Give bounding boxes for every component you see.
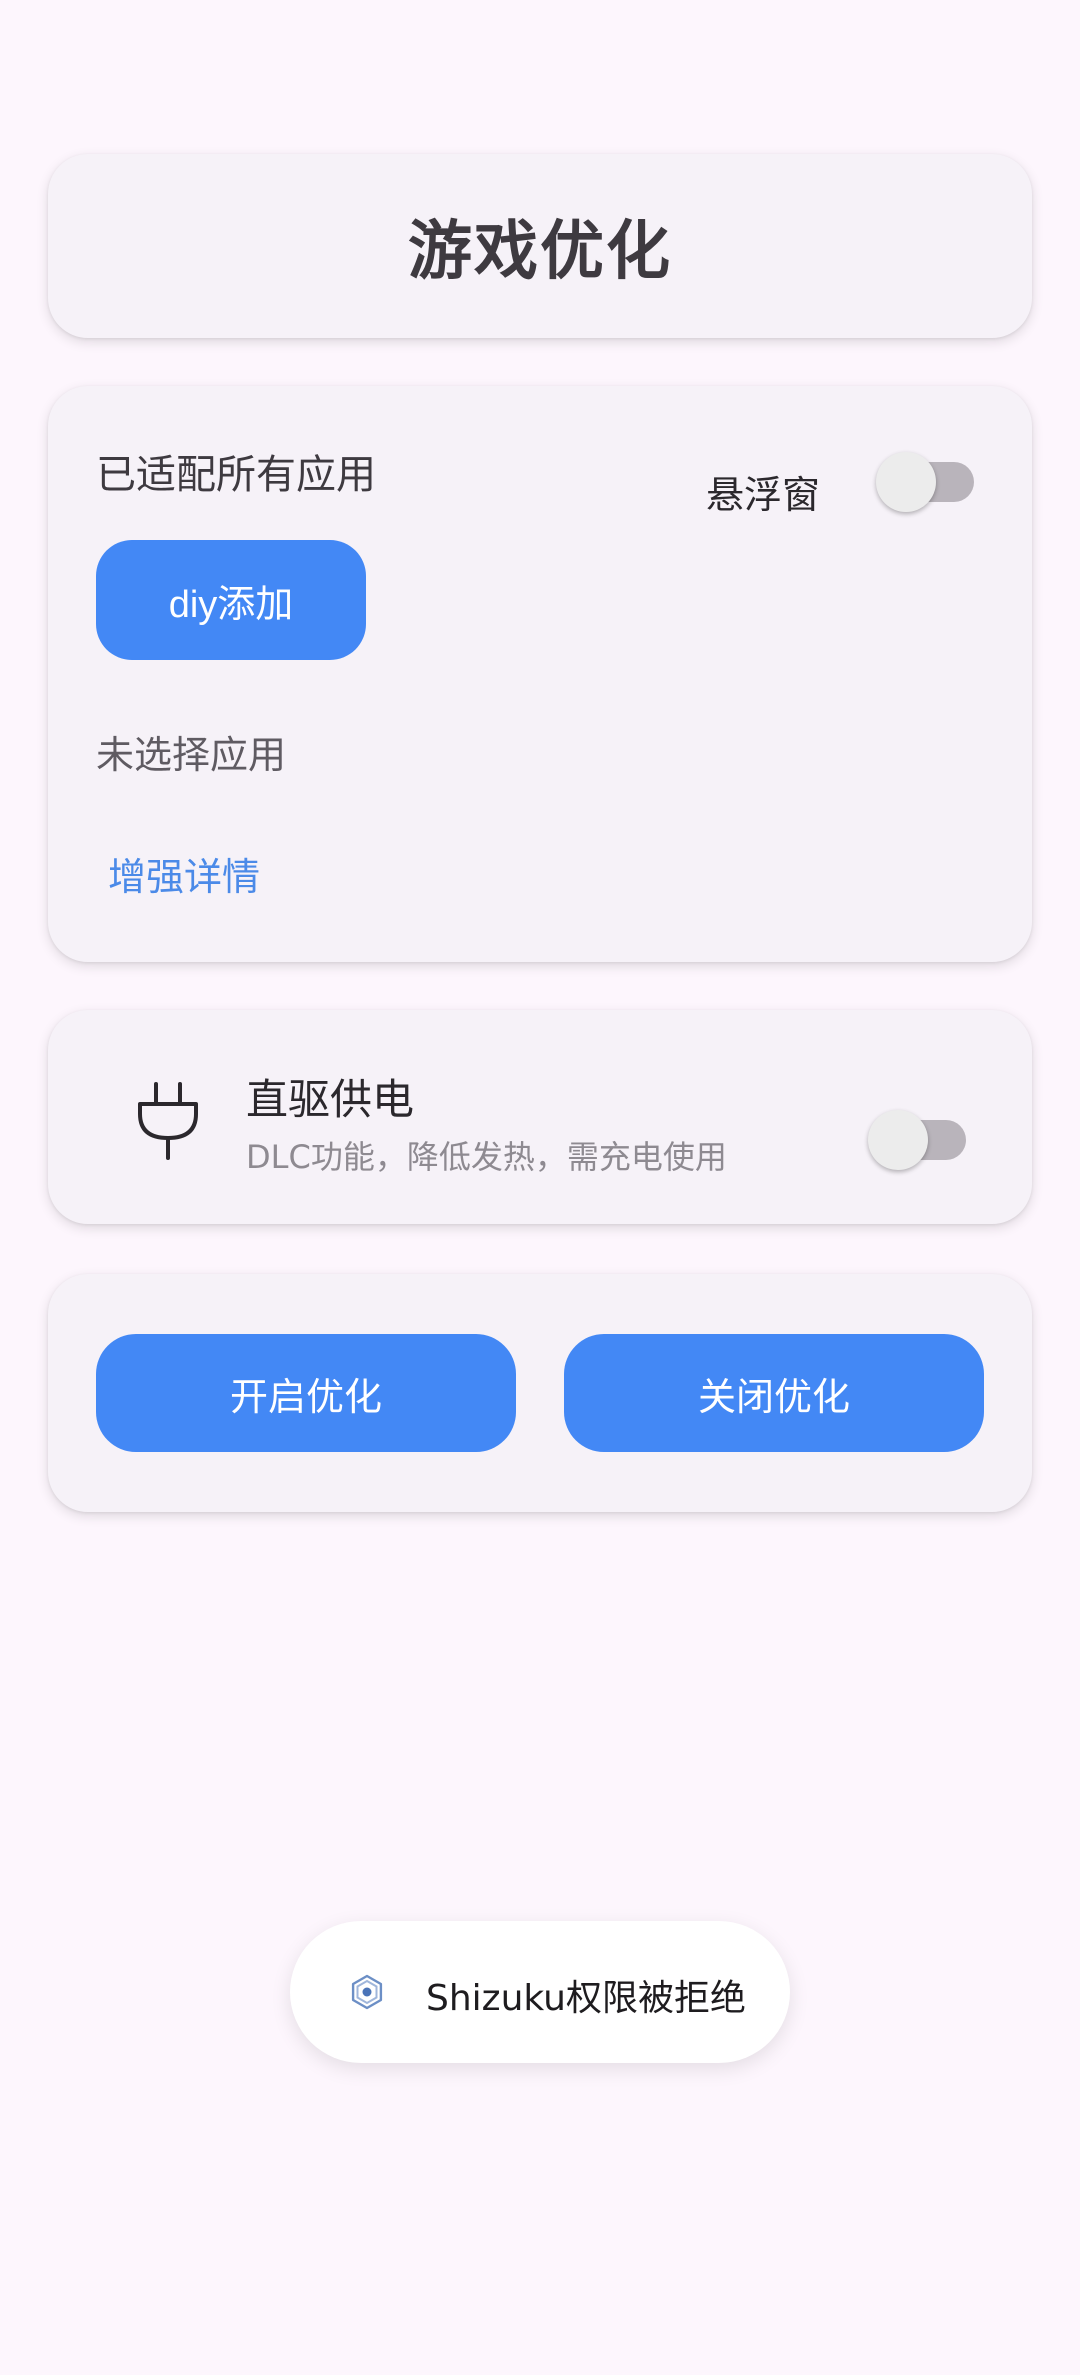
enable-optimization-button[interactable]: 开启优化 <box>96 1334 516 1452</box>
direct-power-switch-thumb <box>868 1110 928 1170</box>
app-adapt-card: 已适配所有应用 悬浮窗 diy添加 未选择应用 增强详情 <box>48 386 1032 962</box>
direct-power-description: DLC功能，降低发热，需充电使用 <box>246 1138 727 1176</box>
page-title: 游戏优化 <box>408 215 672 289</box>
direct-power-switch[interactable] <box>868 1110 966 1170</box>
app-adapt-status: 已适配所有应用 <box>96 452 376 498</box>
direct-power-title: 直驱供电 <box>246 1075 415 1124</box>
enhance-details-link[interactable]: 增强详情 <box>108 846 260 901</box>
disable-optimization-button[interactable]: 关闭优化 <box>564 1334 984 1452</box>
toast-message: Shizuku权限被拒绝 <box>290 1921 790 2063</box>
toast-text: Shizuku权限被拒绝 <box>426 1978 746 2019</box>
plug-icon <box>138 1082 198 1160</box>
float-window-switch-thumb <box>876 452 936 512</box>
direct-power-card: 直驱供电 DLC功能，降低发热，需充电使用 <box>48 1010 1032 1224</box>
shizuku-icon <box>351 1974 383 2010</box>
title-card: 游戏优化 <box>48 154 1032 338</box>
diy-add-button[interactable]: diy添加 <box>96 540 366 660</box>
float-window-label: 悬浮窗 <box>706 473 821 517</box>
optimize-actions-card: 开启优化 关闭优化 <box>48 1274 1032 1512</box>
float-window-switch[interactable] <box>876 452 974 512</box>
selected-app-text: 未选择应用 <box>96 733 287 777</box>
